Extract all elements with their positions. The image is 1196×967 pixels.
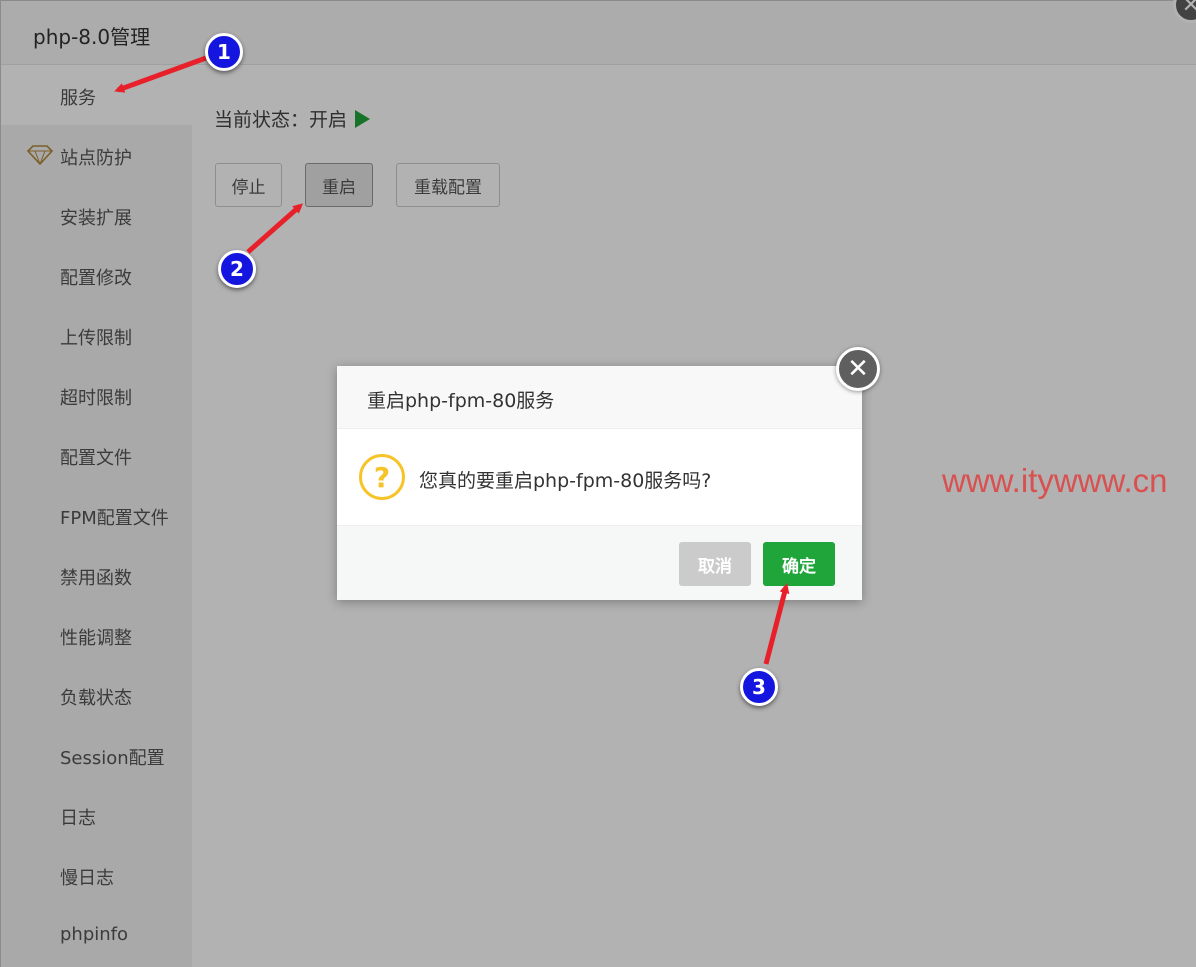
arrow-3: [763, 583, 790, 665]
arrow-2: [246, 203, 303, 254]
step-marker-1: 1: [205, 33, 243, 71]
arrow-1: [114, 55, 207, 93]
step-marker-2: 2: [218, 250, 256, 288]
step-marker-3: 3: [740, 668, 778, 706]
annotation-arrows: [114, 55, 790, 665]
